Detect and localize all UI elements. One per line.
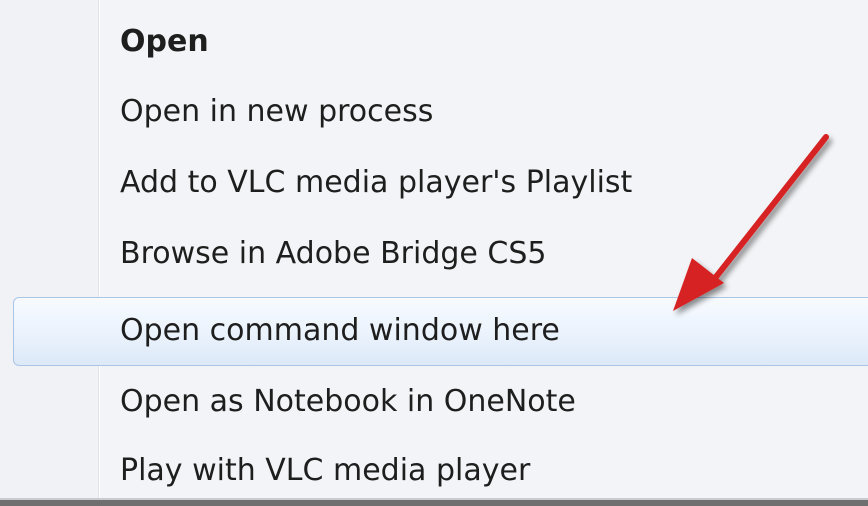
menu-item-label: Play with VLC media player [120, 453, 531, 488]
menu-item-open-command-window[interactable]: Open command window here [13, 297, 868, 366]
menu-item-label: Add to VLC media player's Playlist [120, 165, 633, 200]
menu-item-label: Open command window here [120, 313, 560, 348]
menu-item-open[interactable]: Open [0, 8, 868, 78]
menu-bottom-border [0, 500, 868, 506]
menu-item-label: Open in new process [120, 94, 434, 129]
menu-item-open-as-onenote-notebook[interactable]: Open as Notebook in OneNote [0, 368, 868, 438]
context-menu: Open Open in new process Add to VLC medi… [0, 0, 868, 506]
menu-item-label: Open as Notebook in OneNote [120, 384, 576, 419]
menu-item-label: Open [120, 24, 209, 59]
menu-item-add-to-vlc-playlist[interactable]: Add to VLC media player's Playlist [0, 149, 868, 219]
menu-item-browse-in-adobe-bridge[interactable]: Browse in Adobe Bridge CS5 [0, 220, 868, 290]
menu-item-open-in-new-process[interactable]: Open in new process [0, 78, 868, 148]
menu-item-label: Browse in Adobe Bridge CS5 [120, 236, 547, 271]
menu-item-play-with-vlc[interactable]: Play with VLC media player [0, 437, 868, 506]
